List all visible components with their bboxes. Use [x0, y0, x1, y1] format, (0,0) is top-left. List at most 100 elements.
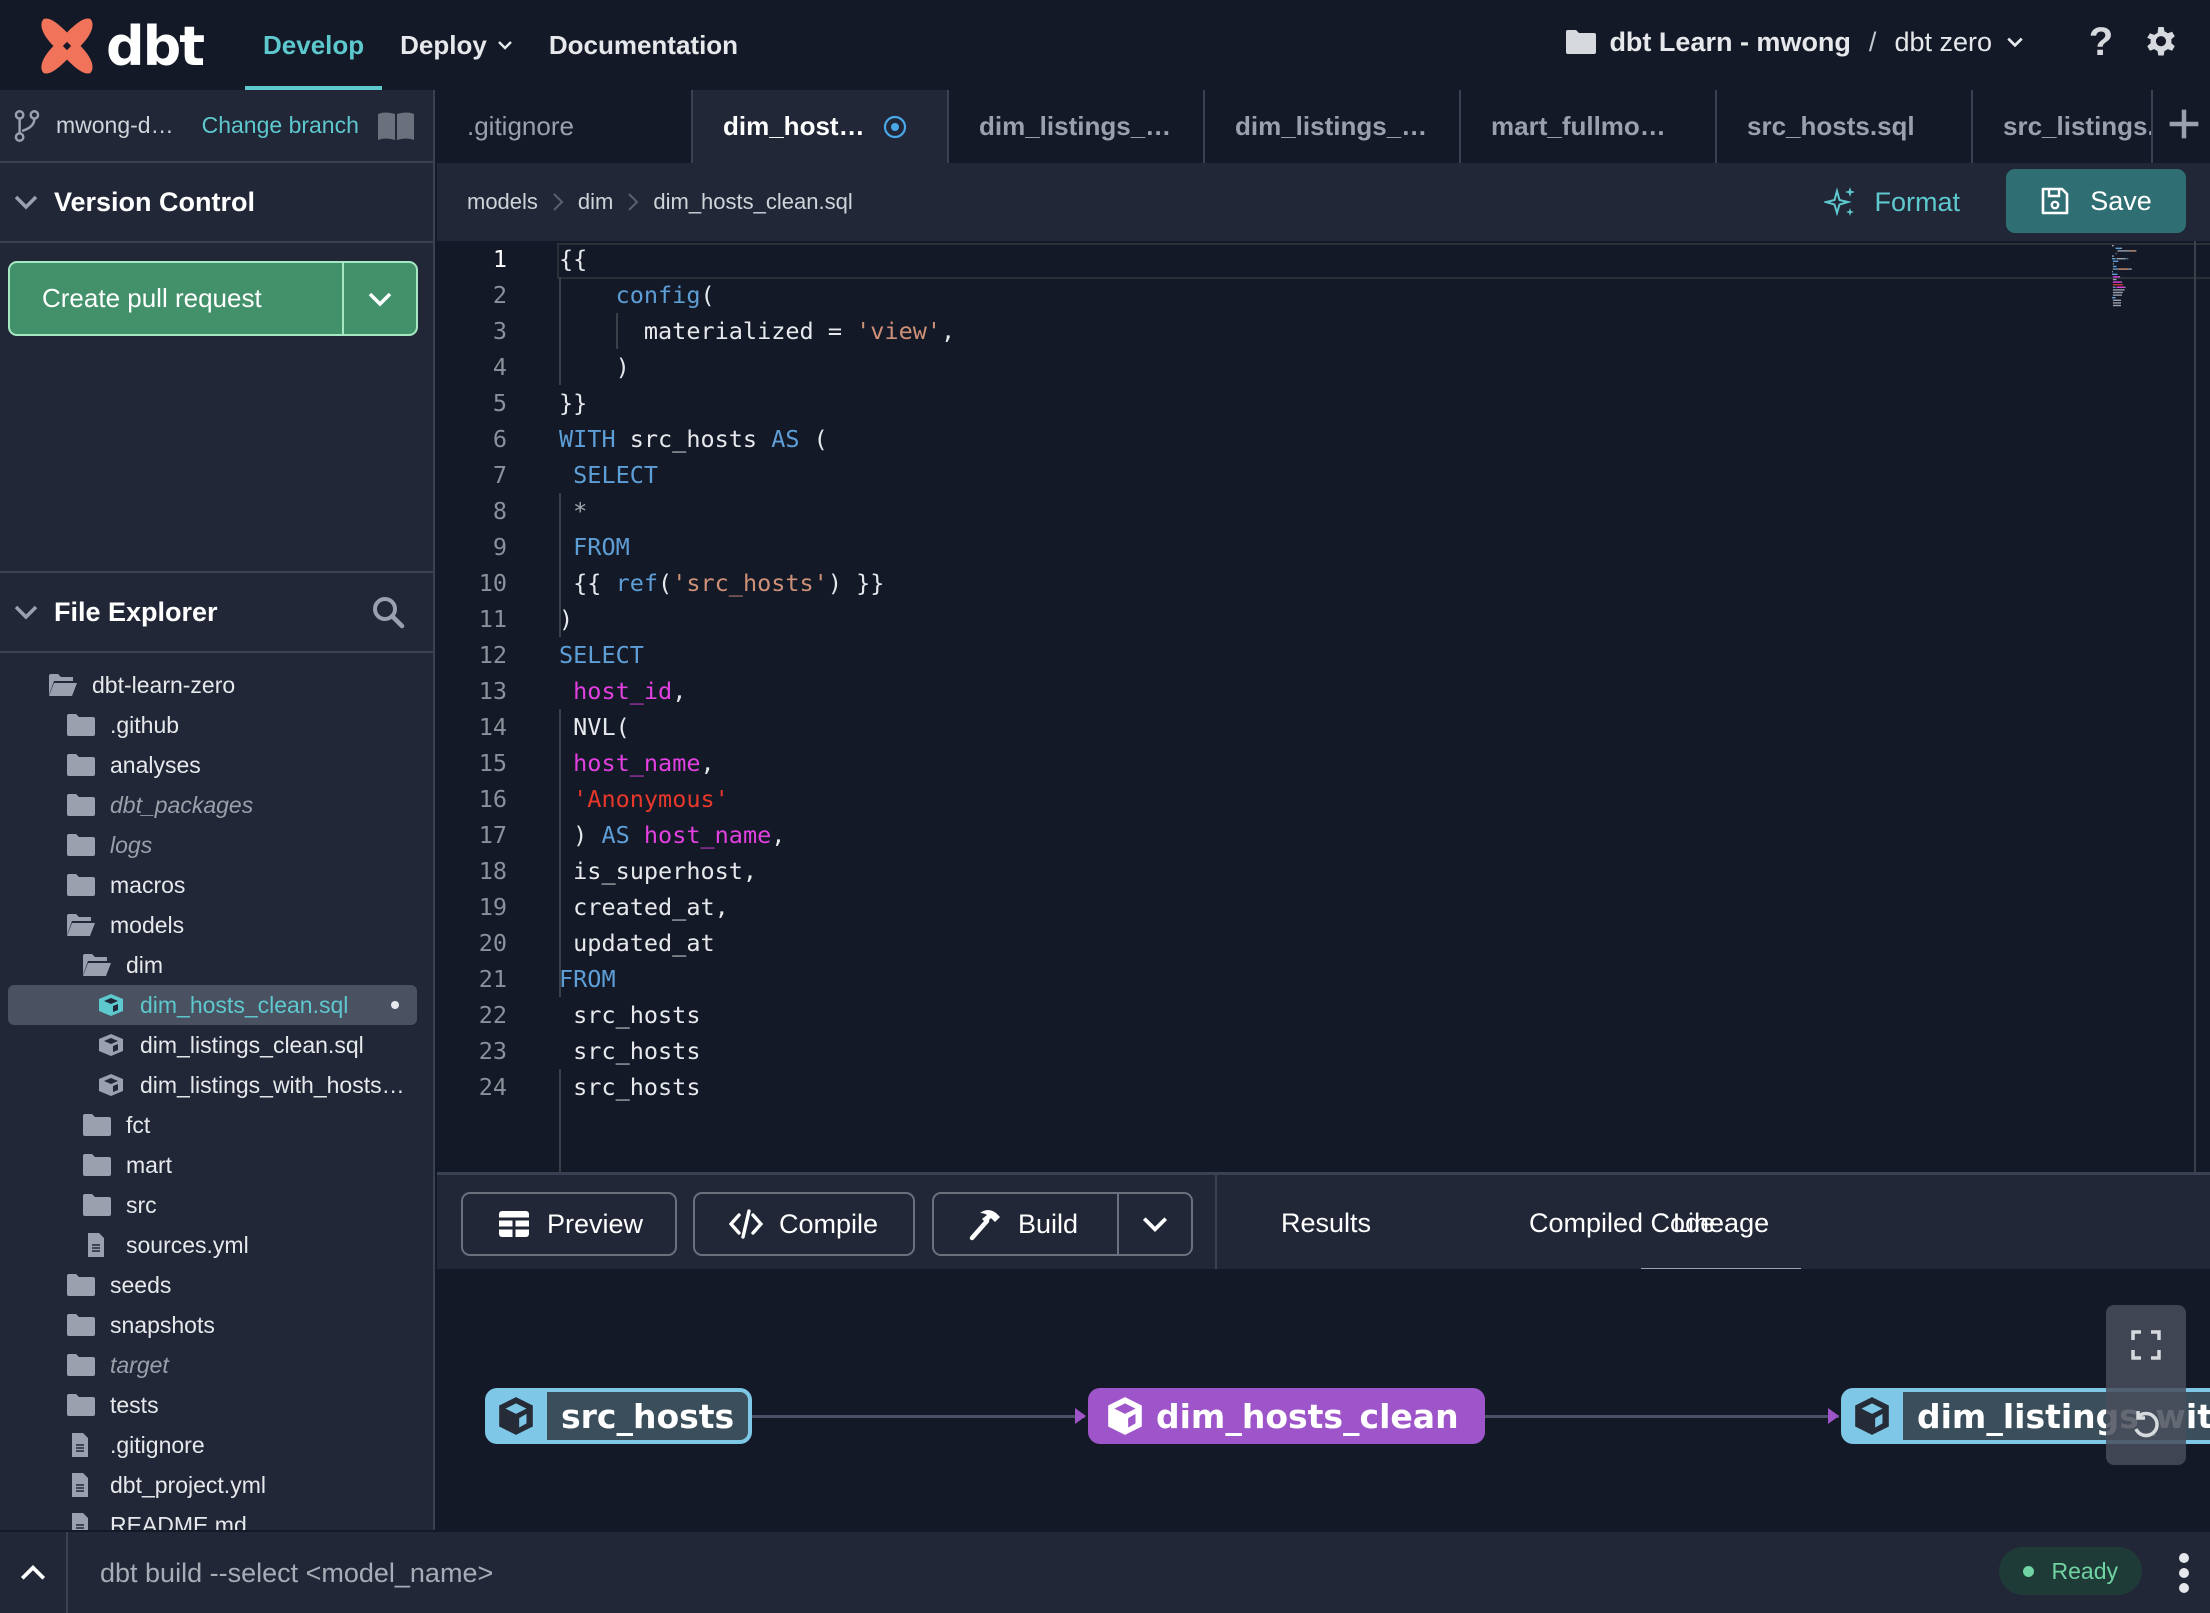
tree-folder[interactable]: target — [0, 1345, 433, 1385]
file-tab[interactable]: mart_fullmo… — [1461, 90, 1717, 163]
code-token: WITH — [559, 425, 616, 453]
tree-folder[interactable]: fct — [0, 1105, 433, 1145]
tree-folder[interactable]: .github — [0, 705, 433, 745]
file-tab[interactable]: dim_listings_… — [949, 90, 1205, 163]
compile-button[interactable]: Compile — [693, 1192, 915, 1256]
project-selector[interactable]: dbt Learn - mwong / dbt zero — [1565, 27, 2024, 58]
tree-folder[interactable]: logs — [0, 825, 433, 865]
tree-folder[interactable]: macros — [0, 865, 433, 905]
build-button[interactable]: Build — [932, 1192, 1193, 1256]
breadcrumb-dim[interactable]: dim — [578, 189, 613, 215]
code-line: 10 {{ ref('src_hosts') }} — [437, 565, 885, 601]
format-button[interactable]: Format — [1824, 179, 1960, 225]
tree-folder[interactable]: tests — [0, 1385, 433, 1425]
file-tab[interactable]: .gitignore — [437, 90, 693, 163]
change-branch-link[interactable]: Change branch — [202, 112, 359, 139]
unsaved-indicator-icon[interactable] — [883, 115, 907, 139]
tree-folder[interactable]: dbt-learn-zero — [0, 665, 433, 705]
tree-file[interactable]: .gitignore — [0, 1425, 433, 1465]
nav-deploy-label: Deploy — [400, 29, 487, 60]
preview-button[interactable]: Preview — [461, 1192, 677, 1256]
tree-folder[interactable]: snapshots — [0, 1305, 433, 1345]
command-input[interactable] — [100, 1550, 1900, 1596]
code-token: , — [771, 821, 786, 849]
file-tab[interactable]: src_hosts.sql — [1717, 90, 1973, 163]
minimap-token — [2115, 252, 2117, 255]
reset-view-button[interactable] — [2106, 1385, 2186, 1465]
nav-develop[interactable]: Develop — [245, 0, 383, 90]
lineage-node-dim-hosts-clean[interactable]: dim_hosts_clean — [1088, 1388, 1485, 1444]
code-lines[interactable]: 1{{2 config(3 materialized = 'view', 4 ) 5… — [437, 241, 2210, 1105]
line-text: NVL( — [559, 713, 630, 741]
compile-label: Compile — [779, 1208, 879, 1239]
add-tab-icon[interactable] — [2166, 106, 2202, 142]
create-pr-dropdown-button[interactable] — [342, 263, 416, 334]
tab-lineage[interactable]: Lineage — [1640, 1175, 1802, 1272]
line-text: * — [559, 497, 587, 525]
editor-scrollbar[interactable] — [2194, 241, 2210, 1172]
create-pull-request-button[interactable]: Create pull request — [8, 261, 418, 336]
line-number: 21 — [478, 965, 507, 993]
tree-file[interactable]: dim_listings_with_hosts… — [0, 1065, 433, 1105]
code-token: 'Anonymous' — [573, 785, 729, 813]
logo-text: dbt — [106, 14, 205, 78]
line-number: 24 — [478, 1073, 507, 1101]
model-cube-icon — [96, 1033, 126, 1057]
more-options-icon[interactable] — [2174, 1550, 2194, 1596]
code-token: src_hosts — [559, 1073, 701, 1101]
book-icon[interactable] — [377, 111, 415, 141]
file-tab[interactable]: src_listings. — [1973, 90, 2153, 163]
minimap-token — [2112, 258, 2116, 260]
dbt-logo[interactable]: dbt — [36, 10, 211, 82]
expand-panel-button[interactable] — [0, 1532, 68, 1613]
breadcrumb-models[interactable]: models — [467, 189, 538, 215]
line-number: 11 — [478, 605, 507, 633]
gear-icon[interactable] — [2142, 23, 2180, 61]
tree-file[interactable]: dbt_project.yml — [0, 1465, 433, 1505]
help-icon[interactable]: ? — [2084, 22, 2118, 62]
file-tab[interactable]: dim_listings_… — [1205, 90, 1461, 163]
code-line: 17 ) AS host_name, — [437, 817, 786, 853]
code-token: updated_at — [559, 929, 715, 957]
tab-lineage-label: Lineage — [1673, 1208, 1770, 1238]
code-line: 21 FROM — [437, 961, 616, 997]
tree-folder[interactable]: dbt_packages — [0, 785, 433, 825]
file-tab[interactable]: dim_host… — [693, 90, 949, 163]
minimap-token — [2130, 250, 2136, 252]
tree-folder[interactable]: dim — [0, 945, 433, 985]
build-dropdown-button[interactable] — [1117, 1194, 1191, 1254]
tree-file[interactable]: dim_listings_clean.sql — [0, 1025, 433, 1065]
code-editor[interactable]: 1{{2 config(3 materialized = 'view', 4 ) 5… — [437, 241, 2210, 1177]
tree-folder[interactable]: models — [0, 905, 433, 945]
model-cube-icon — [96, 1073, 126, 1097]
line-number: 14 — [478, 713, 507, 741]
command-bar: Ready — [0, 1530, 2210, 1613]
lineage-graph[interactable]: src_hosts dim_hosts_clean dim_listings_w… — [437, 1269, 2210, 1530]
tree-folder[interactable]: analyses — [0, 745, 433, 785]
minimap-token — [2116, 286, 2125, 288]
lineage-node-src-hosts[interactable]: src_hosts — [485, 1388, 753, 1444]
code-line: 18 is_superhost, — [437, 853, 757, 889]
folder-icon — [66, 753, 96, 777]
line-number: 16 — [478, 785, 507, 813]
minimap-token — [2121, 281, 2122, 283]
version-control-header[interactable]: Version Control — [0, 163, 433, 243]
search-icon[interactable] — [371, 595, 405, 629]
line-text: is_superhost, — [559, 857, 757, 885]
tree-folder[interactable]: seeds — [0, 1265, 433, 1305]
save-button[interactable]: Save — [2006, 169, 2186, 233]
nav-deploy[interactable]: Deploy — [382, 0, 531, 90]
tab-results[interactable]: Results — [1281, 1175, 1371, 1272]
code-minimap[interactable] — [2110, 243, 2170, 343]
tree-folder[interactable]: src — [0, 1185, 433, 1225]
tree-file[interactable]: sources.yml — [0, 1225, 433, 1265]
file-explorer-header[interactable]: File Explorer — [0, 573, 433, 653]
tree-file[interactable]: dim_hosts_clean.sql — [8, 985, 417, 1025]
tree-item-label: .github — [110, 711, 180, 738]
fullscreen-button[interactable] — [2106, 1305, 2186, 1385]
nav-documentation[interactable]: Documentation — [531, 0, 756, 90]
code-line: 11) — [437, 601, 573, 637]
code-token: ( — [700, 281, 715, 309]
tree-folder[interactable]: mart — [0, 1145, 433, 1185]
